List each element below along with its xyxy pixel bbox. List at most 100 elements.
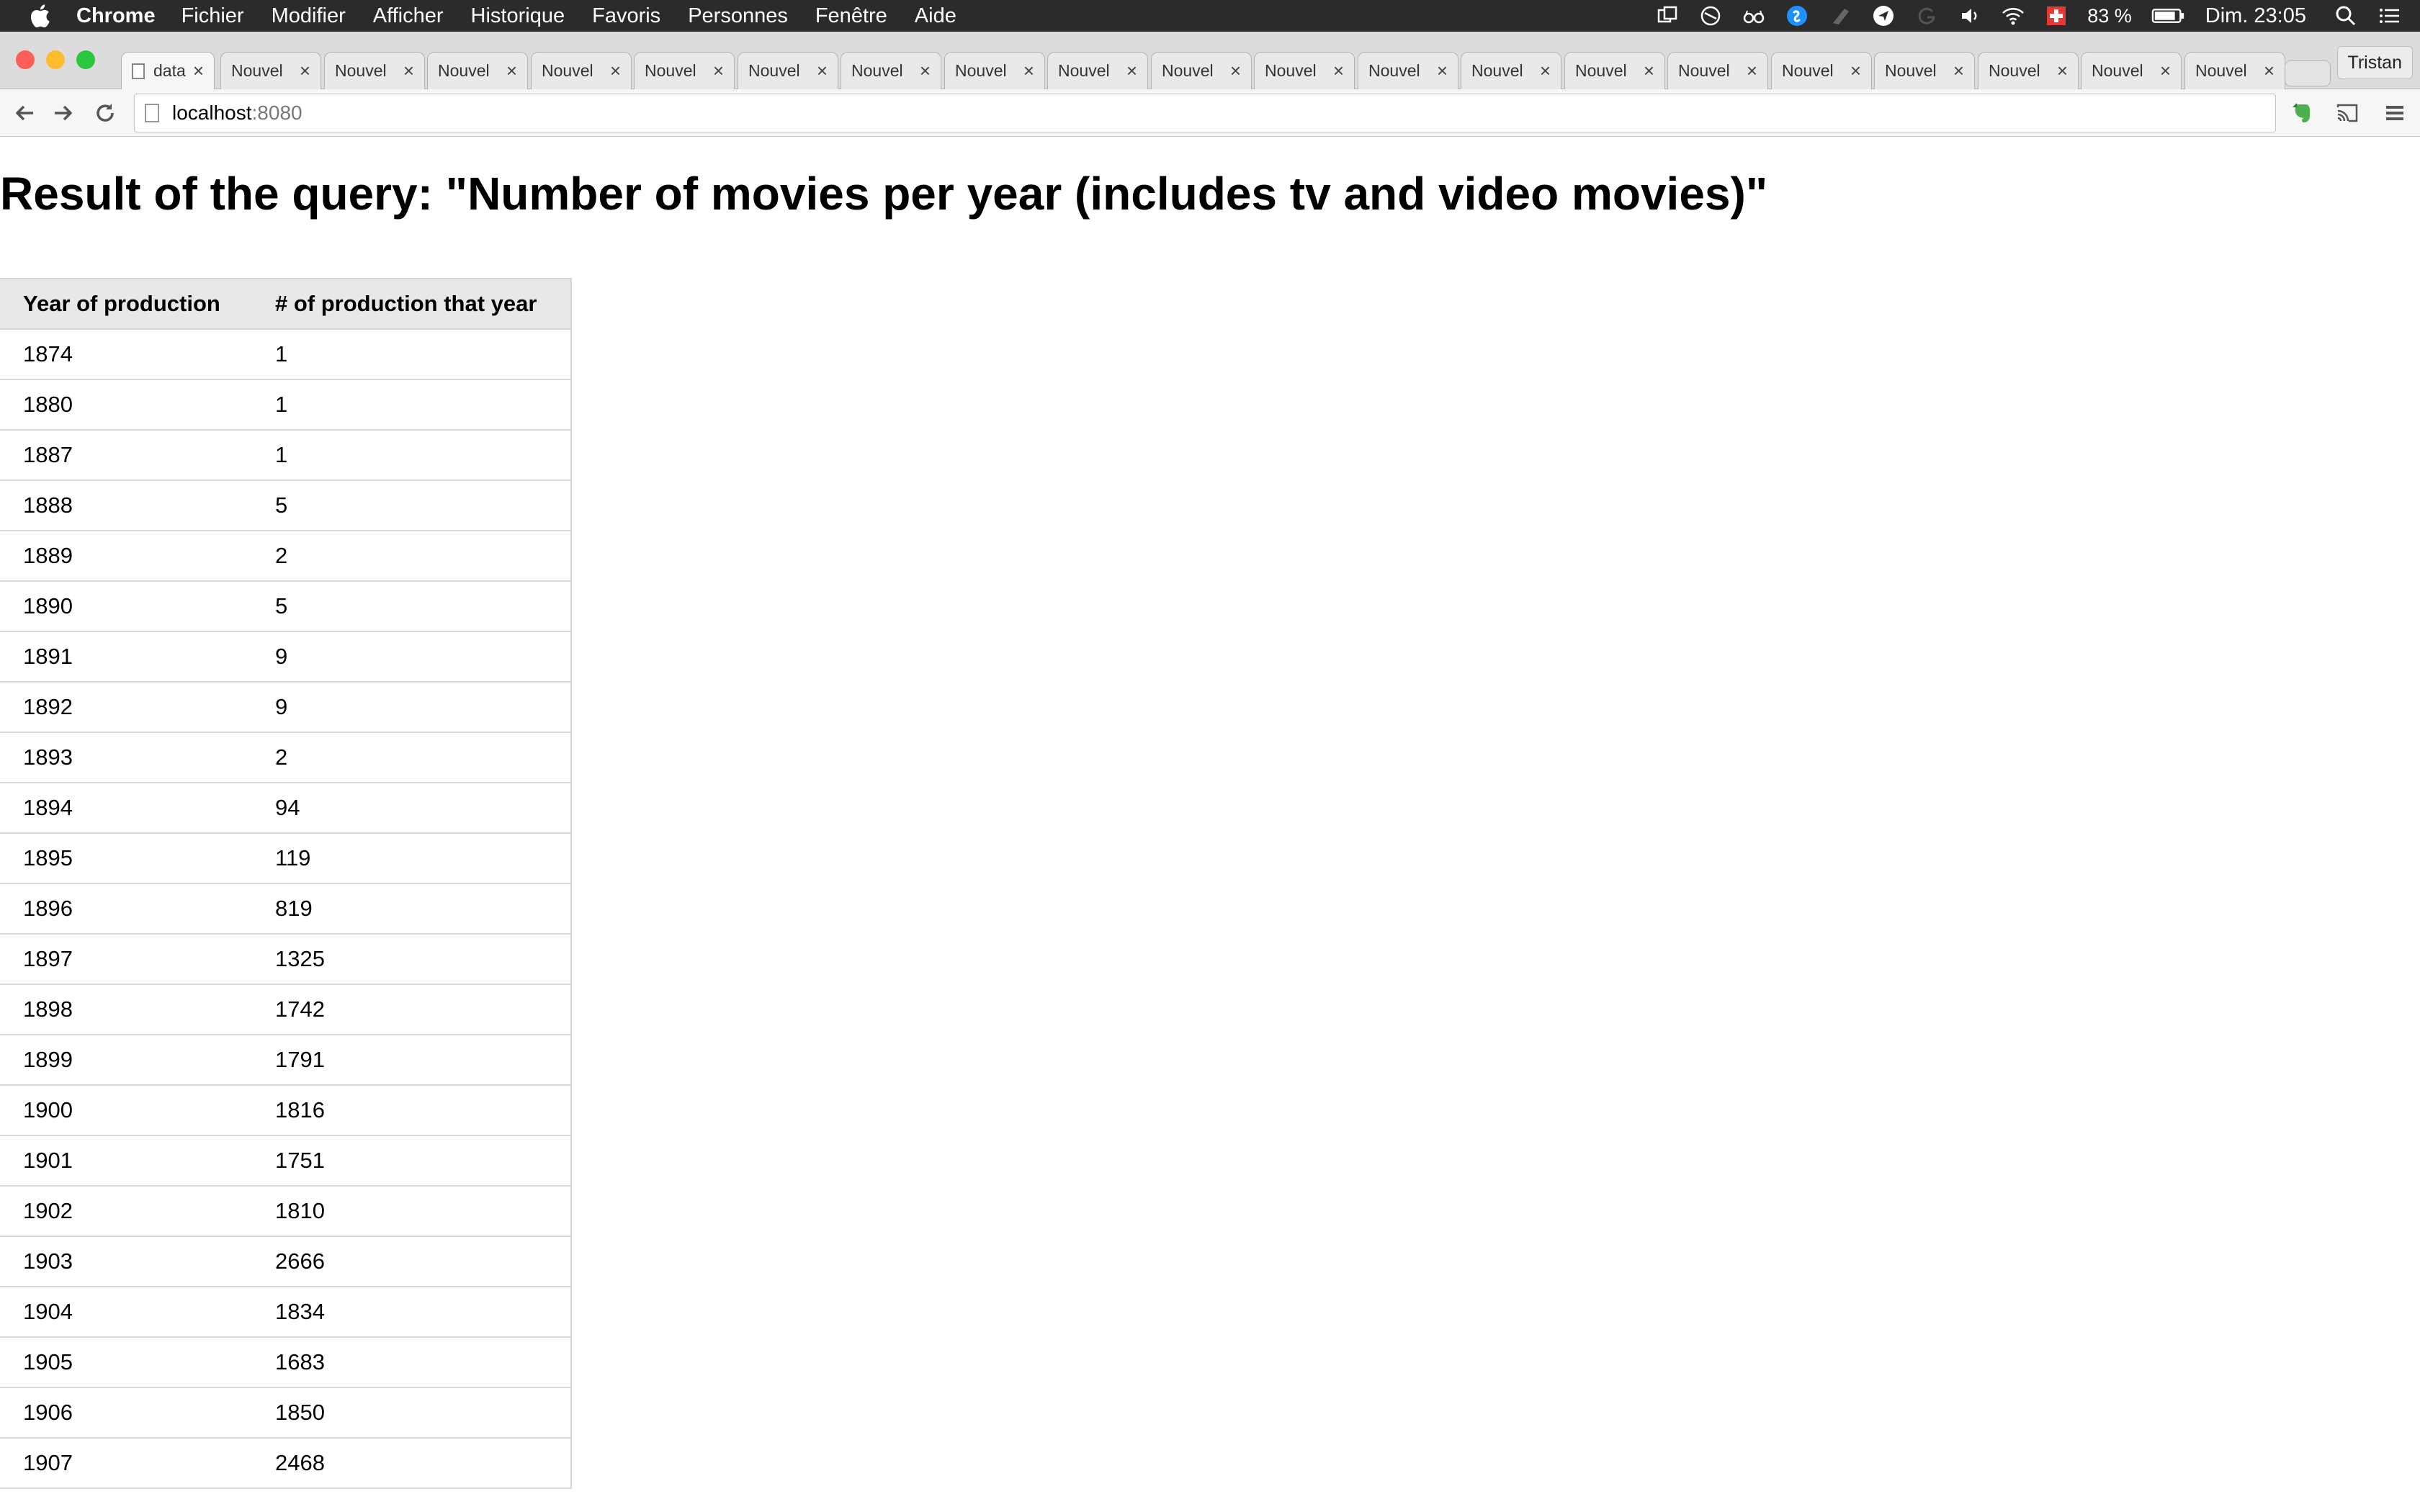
address-bar[interactable]: localhost:8080 <box>134 94 2276 132</box>
location-icon[interactable] <box>1871 4 1896 28</box>
close-tab-icon[interactable]: × <box>610 60 621 82</box>
cell-count: 5 <box>252 480 572 531</box>
tab-nouvel-onglet[interactable]: Nouvel × <box>1874 52 1975 89</box>
wifi-icon[interactable] <box>2001 4 2025 28</box>
arrow-left-icon <box>16 105 33 121</box>
reload-button[interactable] <box>91 99 120 127</box>
menu-aide[interactable]: Aide <box>915 4 956 28</box>
menu-fenetre[interactable]: Fenêtre <box>815 4 887 28</box>
cell-year: 1900 <box>0 1085 252 1136</box>
close-tab-icon[interactable]: × <box>1953 60 1964 82</box>
cell-year: 1896 <box>0 883 252 935</box>
close-tab-icon[interactable]: × <box>2057 60 2068 82</box>
close-tab-icon[interactable]: × <box>1333 60 1344 82</box>
tab-nouvel-onglet[interactable]: Nouvel × <box>1667 52 1768 89</box>
glasses-icon[interactable] <box>1742 4 1766 28</box>
menu-personnes[interactable]: Personnes <box>688 4 788 28</box>
close-tab-icon[interactable]: × <box>817 60 828 82</box>
close-window-button[interactable] <box>16 50 35 69</box>
tab-nouvel-onglet[interactable]: Nouvel × <box>738 52 838 89</box>
tab-label: Nouvel <box>1265 61 1317 80</box>
close-tab-icon[interactable]: × <box>1747 60 1757 82</box>
tab-label: Nouvel <box>335 61 387 80</box>
tab-nouvel-onglet[interactable]: Nouvel × <box>841 52 941 89</box>
cell-year: 1901 <box>0 1135 252 1187</box>
tab-nouvel-onglet[interactable]: Nouvel × <box>1254 52 1355 89</box>
cell-year: 1887 <box>0 430 252 481</box>
tab-nouvel-onglet[interactable]: Nouvel × <box>1978 52 2079 89</box>
maximize-window-button[interactable] <box>76 50 95 69</box>
close-tab-icon[interactable]: × <box>1437 60 1448 82</box>
tab-nouvel-onglet[interactable]: Nouvel × <box>2184 52 2285 89</box>
tab-nouvel-onglet[interactable]: Nouvel × <box>1047 52 1148 89</box>
close-tab-icon[interactable]: × <box>403 60 414 82</box>
shazam-icon[interactable] <box>1785 4 1809 28</box>
close-tab-icon[interactable]: × <box>506 60 517 82</box>
tab-label: Nouvel <box>438 61 490 80</box>
table-row: 1889 2 <box>0 531 572 582</box>
close-tab-icon[interactable]: × <box>1023 60 1034 82</box>
page-info-icon[interactable] <box>145 104 159 122</box>
tab-nouvel-onglet[interactable]: Nouvel × <box>1564 52 1665 89</box>
apple-icon[interactable] <box>29 4 50 28</box>
close-tab-icon[interactable]: × <box>1126 60 1137 82</box>
chrome-menu-icon[interactable] <box>2381 99 2408 127</box>
forward-button[interactable] <box>49 99 78 127</box>
menu-afficher[interactable]: Afficher <box>373 4 444 28</box>
close-tab-icon[interactable]: × <box>1850 60 1861 82</box>
tab-nouvel-onglet[interactable]: Nouvel × <box>2081 52 2182 89</box>
tab-nouvel-onglet[interactable]: Nouvel × <box>634 52 735 89</box>
close-tab-icon[interactable]: × <box>1540 60 1551 82</box>
cell-count: 5 <box>252 581 572 632</box>
table-header-row: Year of production # of production that … <box>0 278 572 330</box>
window-switch-icon[interactable] <box>1655 4 1680 28</box>
close-tab-icon[interactable]: × <box>920 60 931 82</box>
table-row: 1899 1791 <box>0 1035 572 1086</box>
evernote-extension-icon[interactable] <box>2287 99 2315 127</box>
close-tab-icon[interactable]: × <box>193 60 204 82</box>
tab-active[interactable]: data × <box>121 52 215 89</box>
tab-nouvel-onglet[interactable]: Nouvel × <box>427 52 528 89</box>
back-button[interactable] <box>10 99 39 127</box>
close-tab-icon[interactable]: × <box>300 60 310 82</box>
tab-label: Nouvel <box>1471 61 1523 80</box>
menu-favoris[interactable]: Favoris <box>592 4 660 28</box>
menu-bar-clock[interactable]: Dim. 23:05 <box>2205 4 2306 28</box>
do-not-disturb-icon[interactable] <box>1698 4 1723 28</box>
tab-nouvel-onglet[interactable]: Nouvel × <box>1461 52 1561 89</box>
battery-icon[interactable] <box>2151 4 2187 28</box>
close-tab-icon[interactable]: × <box>713 60 724 82</box>
swiss-flag-icon[interactable] <box>2044 4 2069 28</box>
grammarly-icon[interactable] <box>1914 4 1939 28</box>
table-row: 1880 1 <box>0 379 572 431</box>
cell-count: 1850 <box>252 1387 572 1439</box>
minimize-window-button[interactable] <box>46 50 65 69</box>
close-tab-icon[interactable]: × <box>1230 60 1241 82</box>
menu-modifier[interactable]: Modifier <box>272 4 346 28</box>
volume-icon[interactable] <box>1958 4 1982 28</box>
notification-center-icon[interactable] <box>2377 4 2401 28</box>
cloud-icon[interactable] <box>1828 4 1852 28</box>
new-tab-button[interactable] <box>2285 60 2331 86</box>
table-row: 1905 1683 <box>0 1337 572 1388</box>
tab-nouvel-onglet[interactable]: Nouvel × <box>1151 52 1252 89</box>
tab-nouvel-onglet[interactable]: Nouvel × <box>220 52 321 89</box>
cast-icon[interactable] <box>2334 99 2361 127</box>
table-row: 1891 9 <box>0 631 572 683</box>
tab-nouvel-onglet[interactable]: Nouvel × <box>1358 52 1458 89</box>
close-tab-icon[interactable]: × <box>2264 60 2275 82</box>
profile-button[interactable]: Tristan <box>2336 46 2413 79</box>
tab-nouvel-onglet[interactable]: Nouvel × <box>531 52 632 89</box>
tab-nouvel-onglet[interactable]: Nouvel × <box>324 52 425 89</box>
tab-label: Nouvel <box>1575 61 1627 80</box>
tab-nouvel-onglet[interactable]: Nouvel × <box>1771 52 1872 89</box>
cell-count: 9 <box>252 682 572 733</box>
cell-count: 94 <box>252 783 572 834</box>
tab-nouvel-onglet[interactable]: Nouvel × <box>944 52 1045 89</box>
menu-historique[interactable]: Historique <box>471 4 565 28</box>
spotlight-icon[interactable] <box>2334 4 2358 28</box>
menu-app-chrome[interactable]: Chrome <box>76 4 156 28</box>
close-tab-icon[interactable]: × <box>2160 60 2171 82</box>
menu-fichier[interactable]: Fichier <box>182 4 244 28</box>
close-tab-icon[interactable]: × <box>1644 60 1654 82</box>
